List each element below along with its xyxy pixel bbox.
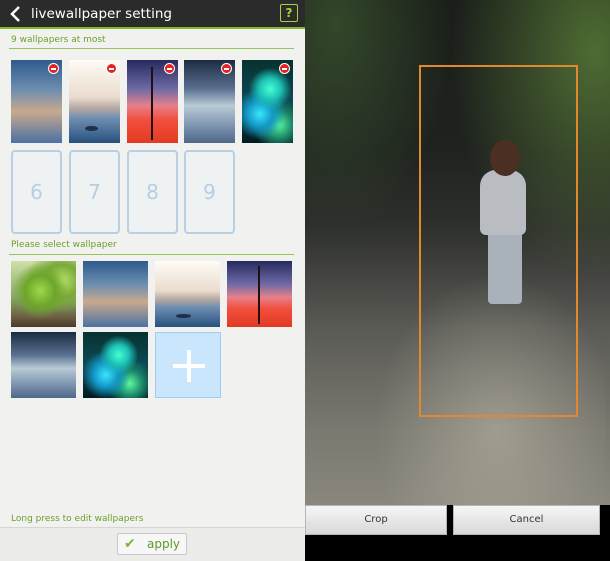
apply-button[interactable]: ✔ apply <box>117 533 187 555</box>
help-icon[interactable]: ? <box>280 4 298 22</box>
empty-slot-7[interactable]: 7 <box>69 150 120 234</box>
selected-section-label: 9 wallpapers at most <box>11 35 106 45</box>
wallpaper-image <box>83 332 148 398</box>
wallpaper-option-5[interactable] <box>11 332 76 398</box>
remove-icon[interactable] <box>279 63 290 74</box>
remove-icon[interactable] <box>164 63 175 74</box>
remove-icon[interactable] <box>221 63 232 74</box>
wallpaper-option-4[interactable] <box>227 261 292 327</box>
apply-label: apply <box>147 537 181 551</box>
livewallpaper-settings-panel: livewallpaper setting ? 9 wallpapers at … <box>0 0 305 561</box>
wallpaper-image <box>155 261 220 327</box>
add-wallpaper-button[interactable] <box>155 332 221 398</box>
selected-wallpaper-3[interactable] <box>127 60 178 143</box>
crop-button[interactable]: Crop <box>305 505 447 535</box>
wallpaper-image <box>11 332 76 398</box>
wallpaper-option-1[interactable] <box>11 261 76 327</box>
edit-hint: Long press to edit wallpapers <box>11 514 144 524</box>
back-arrow-icon[interactable] <box>8 4 24 24</box>
wallpaper-image <box>227 261 292 327</box>
checkmark-icon: ✔ <box>124 536 136 552</box>
remove-icon[interactable] <box>48 63 59 74</box>
wallpaper-option-2[interactable] <box>83 261 148 327</box>
wallpaper-option-6[interactable] <box>83 332 148 398</box>
photo-preview <box>305 0 610 505</box>
page-title: livewallpaper setting <box>31 6 172 22</box>
cancel-label: Cancel <box>509 514 544 525</box>
crop-frame[interactable] <box>419 65 578 417</box>
empty-slot-9[interactable]: 9 <box>184 150 235 234</box>
section-divider <box>9 254 294 255</box>
selected-wallpaper-4[interactable] <box>184 60 235 143</box>
empty-slot-8[interactable]: 8 <box>127 150 178 234</box>
selected-wallpaper-1[interactable] <box>11 60 62 143</box>
bottom-bar: ✔ apply <box>0 527 305 561</box>
crop-label: Crop <box>364 514 388 525</box>
select-section-label: Please select wallpaper <box>11 240 117 250</box>
selected-wallpaper-2[interactable] <box>69 60 120 143</box>
wallpaper-option-3[interactable] <box>155 261 220 327</box>
wallpaper-image <box>11 261 76 327</box>
crop-panel: Crop Cancel <box>305 0 610 561</box>
remove-icon[interactable] <box>106 63 117 74</box>
section-divider <box>9 48 294 49</box>
title-bar: livewallpaper setting ? <box>0 0 305 28</box>
wallpaper-image <box>83 261 148 327</box>
title-underline <box>0 27 305 29</box>
empty-slot-6[interactable]: 6 <box>11 150 62 234</box>
selected-wallpaper-5[interactable] <box>242 60 293 143</box>
cancel-button[interactable]: Cancel <box>453 505 600 535</box>
